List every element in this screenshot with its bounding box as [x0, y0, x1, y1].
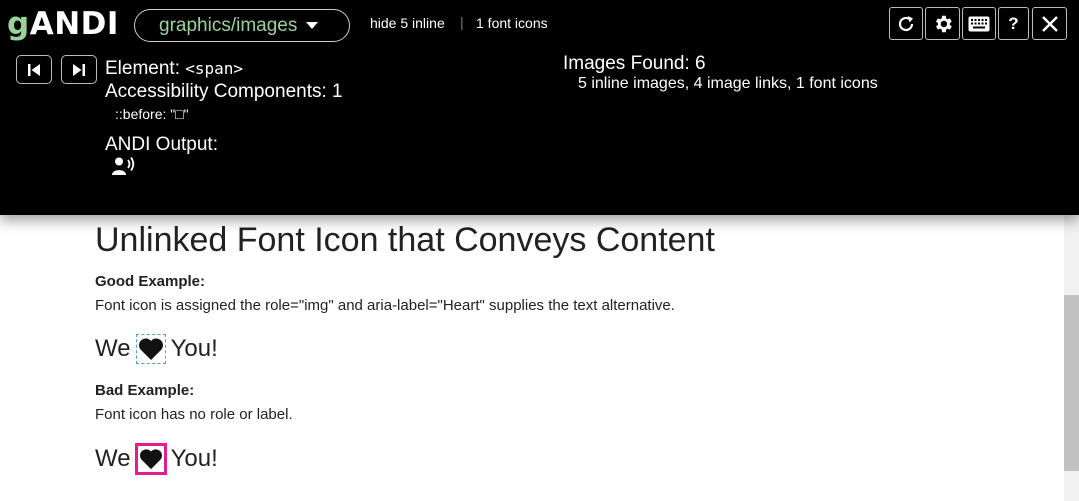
good-example-label: Good Example: [95, 273, 206, 290]
good-example-description: Font icon is assigned the role="img" and… [95, 297, 675, 314]
gear-icon [935, 15, 952, 32]
module-select-label: graphics/images [159, 15, 298, 36]
skip-next-icon [73, 63, 85, 76]
bad-example-label: Bad Example: [95, 382, 195, 399]
page-content: Unlinked Font Icon that Conveys Content … [0, 215, 1064, 501]
good-example-demo: We You! [95, 334, 218, 364]
andi-output-label: ANDI Output: [105, 134, 218, 155]
element-tag: <span> [185, 59, 244, 78]
andi-bar: gANDI graphics/images hide 5 inline | 1 … [0, 0, 1079, 215]
scrollbar-thumb[interactable] [1064, 295, 1079, 471]
bad-example-description: Font icon has no role or label. [95, 406, 293, 423]
andi-logo: gANDI [7, 6, 119, 42]
skip-previous-icon [28, 63, 40, 76]
font-icons-link[interactable]: 1 font icons [476, 14, 548, 32]
hide-inline-link[interactable]: hide 5 inline [370, 14, 445, 32]
close-button[interactable] [1032, 7, 1067, 40]
module-select[interactable]: graphics/images [134, 9, 350, 42]
heart-icon[interactable] [135, 334, 166, 364]
section-heading: Unlinked Font Icon that Conveys Content [95, 221, 715, 259]
keyboard-icon [968, 16, 990, 31]
close-icon [1041, 15, 1058, 32]
link-separator: | [460, 14, 464, 30]
element-line: Element: <span> [105, 58, 244, 79]
element-info: Element: <span> Accessibility Components… [105, 57, 343, 123]
next-element-button[interactable] [61, 55, 97, 84]
components-line: Accessibility Components: 1 [105, 81, 343, 102]
images-found-title: Images Found: 6 [563, 53, 706, 74]
refresh-button[interactable] [889, 7, 923, 40]
images-found-detail: 5 inline images, 4 image links, 1 font i… [578, 75, 878, 92]
bad-example-demo: We You! [95, 443, 218, 475]
speaker-icon [112, 156, 136, 181]
keyboard-button[interactable] [962, 7, 996, 40]
caret-down-icon [305, 22, 318, 30]
components-count: 1 [332, 81, 343, 102]
help-label: ? [1008, 13, 1019, 33]
previous-element-button[interactable] [16, 55, 52, 84]
settings-button[interactable] [925, 7, 960, 40]
help-button[interactable]: ? [998, 7, 1029, 40]
before-pseudo-value: ::before: "□" [115, 106, 189, 122]
refresh-icon [898, 15, 914, 31]
heart-icon[interactable] [134, 443, 167, 475]
